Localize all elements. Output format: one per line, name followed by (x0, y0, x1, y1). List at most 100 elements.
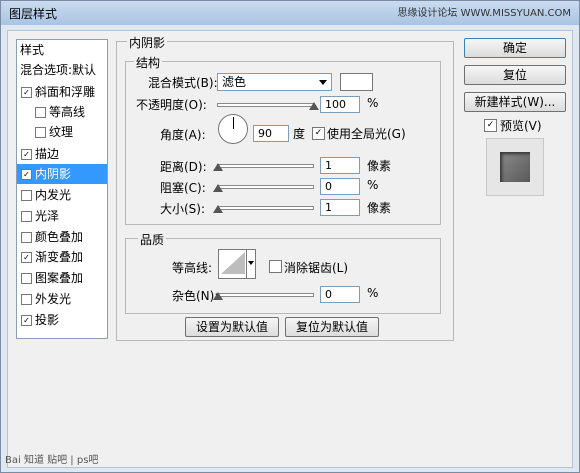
angle-unit: 度 (293, 127, 306, 141)
choke-label: 阻塞(C): (160, 181, 206, 195)
checkbox-drop-shadow[interactable]: ✓ (21, 315, 32, 326)
list-item-label: 斜面和浮雕 (35, 85, 96, 99)
distance-input[interactable]: 1 (320, 157, 360, 174)
preview-checkbox[interactable]: ✓ (484, 119, 497, 132)
checkbox-color-overlay[interactable] (21, 232, 32, 243)
list-item-inner-glow[interactable]: 内发光 (17, 185, 107, 205)
list-item-label: 等高线 (49, 105, 86, 119)
ok-button[interactable]: 确定 (464, 38, 566, 58)
list-item-satin[interactable]: 光泽 (17, 206, 107, 226)
size-input[interactable]: 1 (320, 199, 360, 216)
list-item-texture[interactable]: 纹理 (17, 122, 107, 142)
global-light-checkbox[interactable]: ✓ (312, 127, 325, 140)
quality-group: 品质 等高线: 消除锯齿(L) 杂色(N): 0 % (125, 231, 441, 314)
checkbox-texture[interactable] (35, 127, 46, 138)
checkbox-stroke[interactable]: ✓ (21, 149, 32, 160)
opacity-input[interactable]: 100 (320, 96, 360, 113)
blend-mode-select[interactable]: 滤色 (217, 73, 332, 91)
opacity-unit: % (367, 96, 379, 110)
angle-dial-hand (233, 117, 234, 129)
choke-input[interactable]: 0 (320, 178, 360, 195)
size-label: 大小(S): (160, 202, 206, 216)
reset-default-button[interactable]: 复位为默认值 (285, 317, 379, 337)
reset-button[interactable]: 复位 (464, 65, 566, 85)
opacity-slider-thumb[interactable] (309, 102, 319, 110)
checkbox-contour[interactable] (35, 107, 46, 118)
list-item-outer-glow[interactable]: 外发光 (17, 289, 107, 309)
distance-slider-thumb[interactable] (213, 163, 223, 171)
contour-label: 等高线: (172, 261, 213, 275)
distance-label: 距离(D): (160, 160, 207, 174)
antialias-checkbox[interactable] (269, 260, 282, 273)
list-item-label: 颜色叠加 (35, 230, 84, 244)
list-item-inner-shadow[interactable]: ✓ 内阴影 (17, 164, 107, 184)
preview-label[interactable]: 预览(V) (500, 117, 542, 134)
blend-mode-value: 滤色 (222, 75, 247, 89)
title-bar: 图层样式 思缘设计论坛 WWW.MISSYUAN.COM (1, 1, 579, 25)
list-item-label: 描边 (35, 147, 60, 161)
list-item-contour[interactable]: 等高线 (17, 102, 107, 122)
list-item-color-overlay[interactable]: 颜色叠加 (17, 227, 107, 247)
noise-unit: % (367, 286, 379, 300)
list-item-label: 渐变叠加 (35, 250, 84, 264)
shadow-color-swatch[interactable] (340, 73, 373, 91)
quality-title: 品质 (138, 231, 167, 248)
list-item-label: 内发光 (35, 188, 72, 202)
opacity-slider[interactable] (217, 103, 314, 107)
distance-slider[interactable] (217, 164, 314, 168)
styles-header[interactable]: 样式 (20, 40, 110, 60)
watermark-top: 思缘设计论坛 WWW.MISSYUAN.COM (397, 8, 571, 19)
checkbox-inner-glow[interactable] (21, 190, 32, 201)
inner-shadow-group: 内阴影 结构 混合模式(B): 滤色 不透明度(O): 100 % 角度(A):… (116, 34, 454, 341)
list-item-label: 图案叠加 (35, 271, 84, 285)
contour-picker[interactable] (218, 249, 256, 279)
list-item-pattern-overlay[interactable]: 图案叠加 (17, 268, 107, 288)
blend-mode-label: 混合模式(B): (148, 76, 218, 90)
angle-dial[interactable] (218, 114, 248, 144)
angle-input[interactable]: 90 (253, 125, 289, 142)
choke-slider-thumb[interactable] (213, 184, 223, 192)
list-item-label: 光泽 (35, 209, 60, 223)
checkbox-pattern-overlay[interactable] (21, 273, 32, 284)
checkbox-gradient-overlay[interactable]: ✓ (21, 252, 32, 263)
angle-label: 角度(A): (160, 128, 206, 142)
noise-input[interactable]: 0 (320, 286, 360, 303)
list-item-drop-shadow[interactable]: ✓ 投影 (17, 310, 107, 330)
new-style-button[interactable]: 新建样式(W)... (464, 92, 566, 112)
blending-options-item[interactable]: 混合选项:默认 (20, 60, 110, 80)
set-default-button[interactable]: 设置为默认值 (185, 317, 279, 337)
checkbox-inner-shadow[interactable]: ✓ (21, 169, 32, 180)
layer-style-dialog: 图层样式 思缘设计论坛 WWW.MISSYUAN.COM 样式 混合选项:默认 … (0, 0, 580, 473)
size-slider-thumb[interactable] (213, 205, 223, 213)
list-item-bevel-emboss[interactable]: ✓ 斜面和浮雕 (17, 82, 107, 102)
noise-slider-thumb[interactable] (213, 292, 223, 300)
choke-slider[interactable] (217, 185, 314, 189)
structure-group: 结构 混合模式(B): 滤色 不透明度(O): 100 % 角度(A): 90 … (125, 54, 441, 225)
list-item-stroke[interactable]: ✓ 描边 (17, 144, 107, 164)
list-item-label: 内阴影 (35, 167, 72, 181)
structure-title: 结构 (134, 54, 163, 71)
size-slider[interactable] (217, 206, 314, 210)
styles-list: 样式 混合选项:默认 ✓ 斜面和浮雕 等高线 纹理 ✓ 描边 ✓ 内阴影 内发光… (16, 39, 108, 339)
list-item-label: 投影 (35, 313, 60, 327)
checkbox-bevel-emboss[interactable]: ✓ (21, 87, 32, 98)
chevron-down-icon[interactable] (246, 250, 255, 278)
chevron-down-icon (319, 80, 327, 85)
inner-shadow-title: 内阴影 (127, 34, 168, 51)
global-light-label[interactable]: 使用全局光(G) (327, 125, 406, 142)
checkbox-satin[interactable] (21, 211, 32, 222)
distance-unit: 像素 (367, 159, 392, 173)
dialog-body: 样式 混合选项:默认 ✓ 斜面和浮雕 等高线 纹理 ✓ 描边 ✓ 内阴影 内发光… (7, 30, 573, 468)
opacity-label: 不透明度(O): (136, 98, 207, 112)
noise-slider[interactable] (217, 293, 314, 297)
antialias-label[interactable]: 消除锯齿(L) (284, 259, 348, 276)
noise-label: 杂色(N): (172, 289, 219, 303)
preview-swatch (500, 152, 530, 182)
contour-curve-icon (221, 252, 245, 274)
checkbox-outer-glow[interactable] (21, 294, 32, 305)
list-item-label: 纹理 (49, 125, 74, 139)
watermark-bottom: Bai 知道 贴吧 | ps吧 (5, 455, 99, 466)
list-item-gradient-overlay[interactable]: ✓ 渐变叠加 (17, 247, 107, 267)
choke-unit: % (367, 178, 379, 192)
list-item-label: 外发光 (35, 292, 72, 306)
